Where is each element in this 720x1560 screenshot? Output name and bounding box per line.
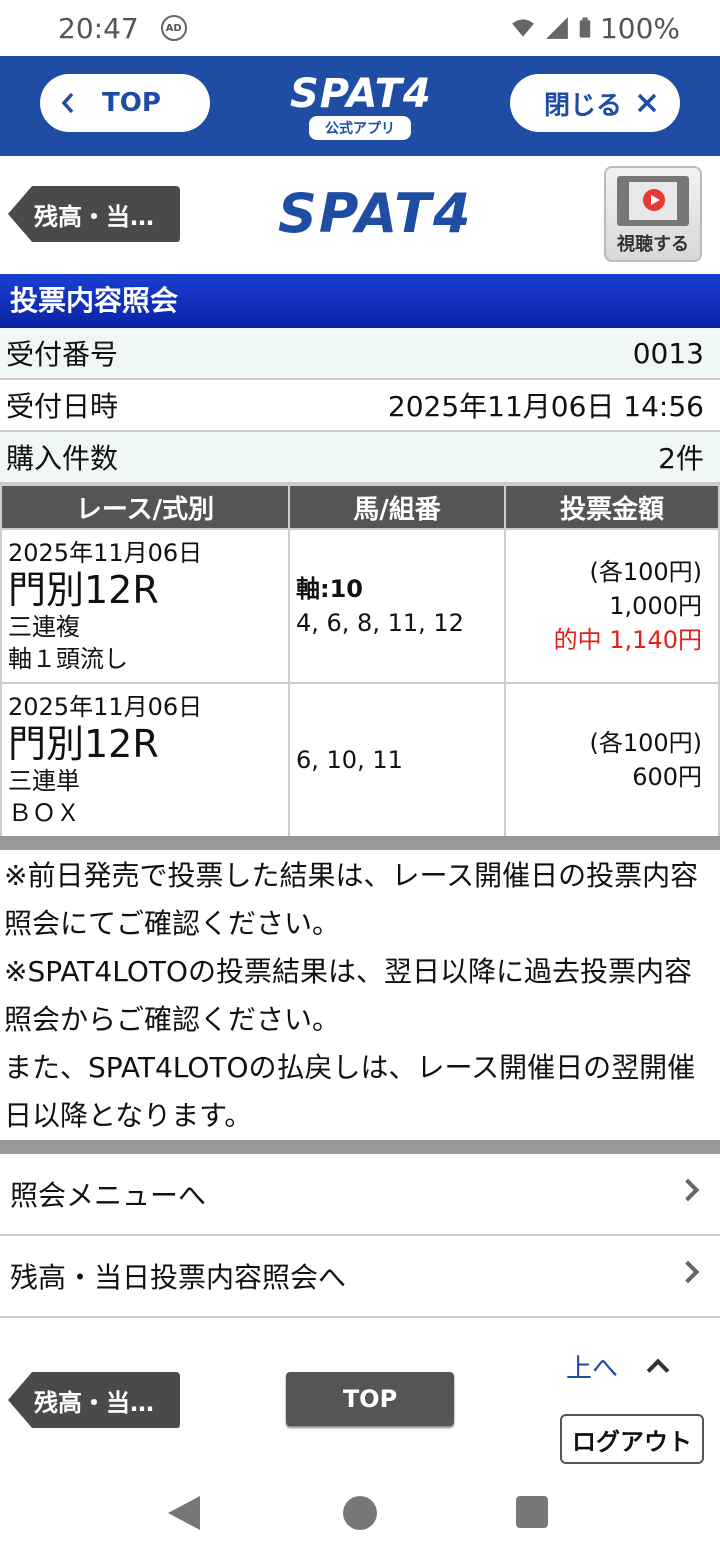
signal-icon — [546, 17, 568, 39]
race-date: 2025年11月06日 — [8, 693, 203, 721]
footer-back-label: 残高・当… — [34, 1388, 154, 1417]
col-race: レース/式別 — [0, 484, 290, 530]
unit-amount: (各100円) — [589, 729, 702, 757]
footer-top-label: TOP — [342, 1385, 398, 1413]
note-2: ※SPAT4LOTOの投票結果は、翌日以降に過去投票内容照会からご確認ください。 — [4, 955, 693, 1036]
close-button-label: 閉じる — [544, 90, 623, 121]
chevron-left-icon — [61, 92, 74, 114]
nav-recents-icon[interactable] — [516, 1496, 548, 1528]
horse-cell: 6, 10, 11 — [288, 682, 506, 838]
logout-label: ログアウト — [572, 1427, 692, 1456]
logout-button[interactable]: ログアウト — [560, 1414, 704, 1464]
footer-back-button[interactable]: 残高・当… — [8, 1372, 180, 1428]
receipt-info: 受付番号 0013 受付日時 2025年11月06日 14:56 購入件数 2件 — [0, 328, 720, 484]
app-logo-sub: 公式アプリ — [309, 116, 411, 140]
info-row-count: 購入件数 2件 — [0, 432, 720, 484]
link-menu: 照会メニューへ 残高・当日投票内容照会へ — [0, 1154, 720, 1318]
receipt-no-value: 0013 — [632, 336, 704, 370]
bet-method: 軸１頭流し — [8, 645, 128, 673]
app-logo: SPAT4 公式アプリ — [290, 71, 432, 140]
axis-number: 軸:10 — [296, 575, 363, 603]
battery-level: 100% — [599, 11, 680, 45]
note-1: ※前日発売で投票した結果は、レース開催日の投票内容照会にてご確認ください。 — [4, 859, 699, 940]
table-row: 2025年11月06日 門別12R 三連単 ＢＯＸ 6, 10, 11 (各10… — [0, 682, 720, 838]
close-button[interactable]: 閉じる — [510, 74, 680, 132]
hit-payout: 的中 1,140円 — [553, 626, 702, 654]
video-icon — [617, 176, 689, 226]
scroll-up-link[interactable]: 上へ — [566, 1348, 618, 1385]
table-header: レース/式別 馬/組番 投票金額 — [0, 484, 720, 530]
top-button-label: TOP — [102, 88, 161, 118]
nav-back-icon[interactable] — [168, 1496, 200, 1530]
receipt-no-label: 受付番号 — [6, 338, 119, 371]
info-row-datetime: 受付日時 2025年11月06日 14:56 — [0, 380, 720, 432]
total-amount: 600円 — [632, 763, 702, 791]
total-amount: 1,000円 — [609, 592, 702, 620]
chevron-right-icon — [676, 1178, 700, 1202]
horse-cell: 軸:10 4, 6, 8, 11, 12 — [288, 528, 506, 684]
page-header: 残高・当… SPAT4 視聴する — [0, 156, 720, 272]
close-icon — [637, 93, 657, 113]
notes: ※前日発売で投票した結果は、レース開催日の投票内容照会にてご確認ください。 ※S… — [0, 852, 720, 1140]
count-value: 2件 — [658, 442, 704, 475]
horse-numbers: 4, 6, 8, 11, 12 — [296, 609, 464, 637]
chevron-right-icon — [676, 1260, 700, 1284]
bet-method: ＢＯＸ — [8, 799, 80, 827]
col-amount: 投票金額 — [504, 484, 720, 530]
clock: 20:47 — [58, 11, 139, 45]
amount-cell: (各100円) 1,000円 的中 1,140円 — [504, 528, 720, 684]
nav-home-icon[interactable] — [343, 1496, 377, 1530]
note-3: また、SPAT4LOTOの払戻しは、レース開催日の翌開催日以降となります。 — [4, 1051, 696, 1132]
bet-type: 三連複 — [8, 613, 80, 641]
datetime-value: 2025年11月06日 14:56 — [387, 390, 704, 423]
back-button-label: 残高・当… — [34, 202, 154, 231]
back-to-balance-button[interactable]: 残高・当… — [8, 186, 180, 242]
table-row: 2025年11月06日 門別12R 三連複 軸１頭流し 軸:10 4, 6, 8… — [0, 528, 720, 684]
app-logo-text: SPAT4 — [290, 71, 432, 117]
system-nav-bar — [0, 1464, 720, 1560]
spat4-logo: SPAT4 — [278, 182, 473, 245]
info-row-receipt-no: 受付番号 0013 — [0, 328, 720, 380]
top-button[interactable]: TOP — [40, 74, 210, 132]
horse-numbers: 6, 10, 11 — [296, 746, 403, 774]
ad-icon: AD — [160, 15, 187, 41]
balance-today-label: 残高・当日投票内容照会へ — [10, 1261, 347, 1294]
bets-table: レース/式別 馬/組番 投票金額 2025年11月06日 門別12R 三連複 軸… — [0, 484, 720, 838]
divider — [0, 1140, 720, 1154]
col-horse: 馬/組番 — [288, 484, 506, 530]
watch-button[interactable]: 視聴する — [604, 166, 702, 262]
race-cell: 2025年11月06日 門別12R 三連複 軸１頭流し — [0, 528, 290, 684]
status-bar: 20:47 AD 100% — [0, 0, 720, 56]
race-venue: 門別12R — [8, 722, 159, 766]
unit-amount: (各100円) — [589, 558, 702, 586]
wifi-icon — [512, 19, 534, 37]
bet-type: 三連単 — [8, 767, 80, 795]
page-title: 投票内容照会 — [0, 274, 720, 328]
footer-top-button[interactable]: TOP — [286, 1372, 454, 1426]
balance-today-link[interactable]: 残高・当日投票内容照会へ — [0, 1236, 720, 1318]
app-bar: TOP SPAT4 公式アプリ 閉じる — [0, 56, 720, 156]
inquiry-menu-label: 照会メニューへ — [10, 1179, 207, 1212]
inquiry-menu-link[interactable]: 照会メニューへ — [0, 1154, 720, 1236]
race-cell: 2025年11月06日 門別12R 三連単 ＢＯＸ — [0, 682, 290, 838]
chevron-up-icon[interactable] — [646, 1358, 670, 1382]
watch-label: 視聴する — [617, 234, 689, 255]
amount-cell: (各100円) 600円 — [504, 682, 720, 838]
race-date: 2025年11月06日 — [8, 539, 203, 567]
count-label: 購入件数 — [6, 442, 119, 475]
divider — [0, 836, 720, 850]
battery-icon — [579, 17, 591, 38]
datetime-label: 受付日時 — [6, 390, 119, 423]
race-venue: 門別12R — [8, 568, 159, 612]
